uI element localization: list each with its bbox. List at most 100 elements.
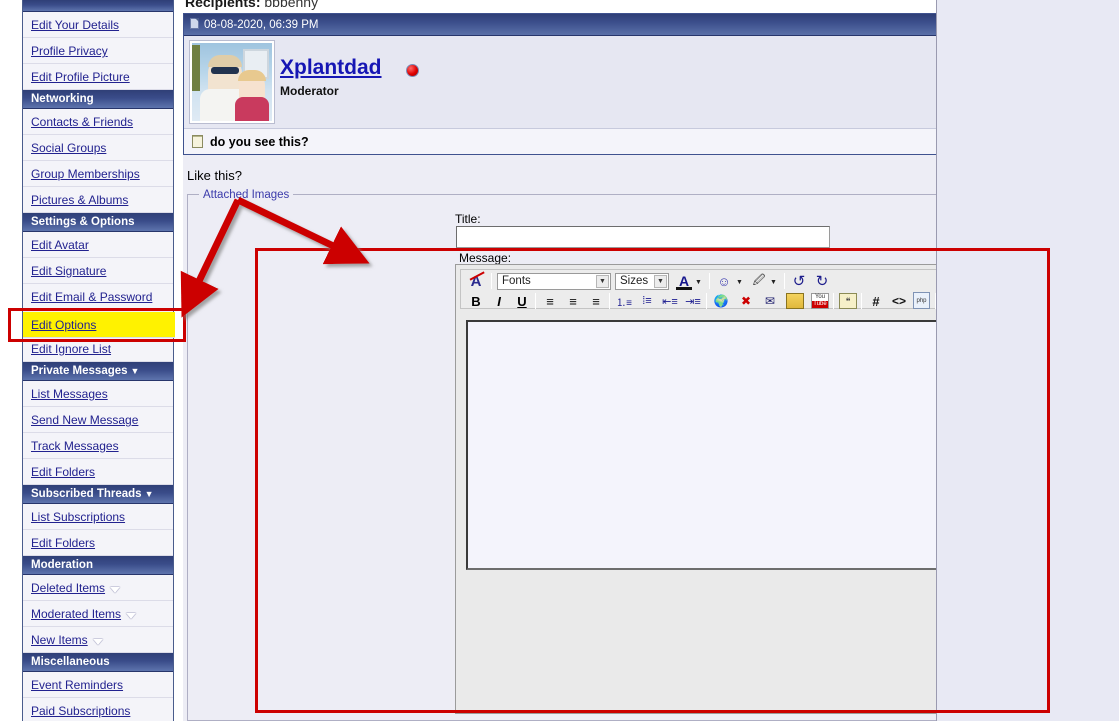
font-size-select-value: Sizes bbox=[620, 275, 649, 287]
sidebar-link-contacts-friends[interactable]: Contacts & Friends bbox=[31, 115, 133, 129]
avatar[interactable] bbox=[189, 40, 275, 124]
youtube-icon[interactable]: You Tube bbox=[811, 293, 829, 309]
sidebar-header-private-messages[interactable]: Private Messages ▼ bbox=[23, 362, 173, 381]
sidebar-item-social-groups[interactable]: Social Groups bbox=[23, 135, 173, 161]
php-icon[interactable]: php bbox=[913, 292, 930, 309]
sidebar-link-edit-your-details[interactable]: Edit Your Details bbox=[31, 18, 119, 32]
sidebar-link-send-new-message[interactable]: Send New Message bbox=[31, 413, 138, 427]
recipients-label: Recipients bbox=[185, 0, 256, 10]
title-input[interactable] bbox=[456, 226, 830, 248]
insert-link-icon[interactable]: 🌍 bbox=[712, 292, 730, 310]
chevron-down-icon[interactable]: ▼ bbox=[596, 275, 609, 288]
sidebar-header-networking: Networking bbox=[23, 90, 173, 109]
redo-icon[interactable]: ↻ bbox=[813, 272, 831, 290]
sidebar-link-group-memberships[interactable]: Group Memberships bbox=[31, 167, 140, 181]
underline-icon[interactable]: U bbox=[513, 292, 531, 310]
sidebar-link-edit-folders-pm[interactable]: Edit Folders bbox=[31, 465, 95, 479]
align-left-icon[interactable]: ≡ bbox=[541, 292, 559, 310]
insert-image-icon[interactable] bbox=[786, 293, 804, 309]
sidebar-link-paid-subscriptions[interactable]: Paid Subscriptions bbox=[31, 704, 130, 718]
sidebar-link-track-messages[interactable]: Track Messages bbox=[31, 439, 119, 453]
post-date-text: 08-08-2020, 06:39 PM bbox=[204, 19, 319, 31]
hash-icon[interactable]: # bbox=[867, 292, 885, 310]
italic-icon[interactable]: I bbox=[490, 292, 508, 310]
sidebar-link-list-subscriptions[interactable]: List Subscriptions bbox=[31, 510, 125, 524]
sidebar-header-subscribed-threads[interactable]: Subscribed Threads ▼ bbox=[23, 485, 173, 504]
sidebar-link-edit-folders-subs[interactable]: Edit Folders bbox=[31, 536, 95, 550]
post-username-link[interactable]: Xplantdad bbox=[280, 56, 382, 80]
smilie-icon[interactable]: ☺ bbox=[715, 272, 733, 290]
code-icon[interactable]: <> bbox=[890, 292, 908, 310]
sidebar-item-pictures-albums[interactable]: Pictures & Albums bbox=[23, 187, 173, 213]
sidebar-link-pictures-albums[interactable]: Pictures & Albums bbox=[31, 193, 128, 207]
document-icon bbox=[190, 18, 199, 29]
attachment-dropdown-arrow[interactable]: ▼ bbox=[768, 277, 779, 288]
message-icon bbox=[192, 135, 203, 148]
undo-icon[interactable]: ↺ bbox=[790, 272, 808, 290]
sidebar-link-moderated-items[interactable]: Moderated Items bbox=[31, 607, 121, 621]
sidebar-header-miscellaneous-label: Miscellaneous bbox=[31, 656, 110, 668]
avatar-adult-sunglasses bbox=[211, 67, 239, 74]
sidebar-item-edit-folders-pm[interactable]: Edit Folders bbox=[23, 459, 173, 485]
sidebar-link-edit-signature[interactable]: Edit Signature bbox=[31, 264, 106, 278]
sidebar-item-profile-privacy[interactable]: Profile Privacy bbox=[23, 38, 173, 64]
outdent-icon[interactable]: ⇤≡ bbox=[661, 292, 679, 310]
quote-icon[interactable]: ❝ bbox=[839, 293, 857, 309]
sidebar-item-edit-options[interactable]: Edit Options bbox=[23, 312, 175, 338]
sidebar-item-list-messages[interactable]: List Messages bbox=[23, 381, 173, 407]
indent-icon[interactable]: ⇥≡ bbox=[684, 292, 702, 310]
sidebar-item-deleted-items[interactable]: Deleted Items bbox=[23, 575, 173, 601]
sidebar-item-new-items[interactable]: New Items bbox=[23, 627, 173, 653]
remove-formatting-icon[interactable]: A bbox=[467, 271, 485, 290]
sidebar-item-paid-subscriptions[interactable]: Paid Subscriptions bbox=[23, 698, 173, 721]
sidebar-item-edit-email-password[interactable]: Edit Email & Password bbox=[23, 284, 173, 310]
sidebar-link-profile-privacy[interactable]: Profile Privacy bbox=[31, 44, 108, 58]
sidebar-item-list-subscriptions[interactable]: List Subscriptions bbox=[23, 504, 173, 530]
sidebar-link-edit-avatar[interactable]: Edit Avatar bbox=[31, 238, 89, 252]
attachment-icon[interactable]: 🖉 bbox=[750, 272, 768, 290]
chevron-down-icon: ▼ bbox=[144, 489, 154, 499]
sidebar-link-list-messages[interactable]: List Messages bbox=[31, 387, 108, 401]
sidebar-item-moderated-items[interactable]: Moderated Items bbox=[23, 601, 173, 627]
font-size-select[interactable]: Sizes ▼ bbox=[615, 273, 669, 290]
sidebar-link-edit-options[interactable]: Edit Options bbox=[31, 318, 96, 332]
sidebar-item-edit-profile-picture[interactable]: Edit Profile Picture bbox=[23, 64, 173, 90]
sidebar-item-edit-ignore-list[interactable]: Edit Ignore List bbox=[23, 336, 173, 362]
sidebar-link-deleted-items[interactable]: Deleted Items bbox=[31, 581, 105, 595]
smilie-dropdown-arrow[interactable]: ▼ bbox=[734, 277, 745, 288]
sidebar-item-edit-folders-subs[interactable]: Edit Folders bbox=[23, 530, 173, 556]
toolbar-separator bbox=[784, 273, 785, 289]
chevron-down-icon[interactable]: ▼ bbox=[654, 275, 667, 288]
font-family-select[interactable]: Fonts ▼ bbox=[497, 273, 611, 290]
message-textarea[interactable] bbox=[466, 320, 1012, 570]
sidebar-link-edit-ignore-list[interactable]: Edit Ignore List bbox=[31, 342, 111, 356]
sidebar-link-event-reminders[interactable]: Event Reminders bbox=[31, 678, 123, 692]
sidebar-item-track-messages[interactable]: Track Messages bbox=[23, 433, 173, 459]
font-color-icon[interactable]: A bbox=[675, 272, 693, 290]
bold-icon[interactable]: B bbox=[467, 292, 485, 310]
align-right-icon[interactable]: ≡ bbox=[587, 292, 605, 310]
toolbar-separator bbox=[861, 293, 862, 309]
sidebar-link-social-groups[interactable]: Social Groups bbox=[31, 141, 106, 155]
sidebar-item-event-reminders[interactable]: Event Reminders bbox=[23, 672, 173, 698]
ordered-list-icon[interactable]: ⒈≡ bbox=[615, 292, 633, 310]
post-user-title: Moderator bbox=[280, 84, 339, 98]
sidebar-item-contacts-friends[interactable]: Contacts & Friends bbox=[23, 109, 173, 135]
sidebar-item-send-new-message[interactable]: Send New Message bbox=[23, 407, 173, 433]
avatar-child-hair bbox=[238, 70, 266, 81]
chevron-down-icon: ▼ bbox=[130, 366, 140, 376]
sidebar-link-edit-profile-picture[interactable]: Edit Profile Picture bbox=[31, 70, 130, 84]
sidebar-header-moderation: Moderation bbox=[23, 556, 173, 575]
sidebar-item-group-memberships[interactable]: Group Memberships bbox=[23, 161, 173, 187]
sidebar-link-new-items[interactable]: New Items bbox=[31, 633, 88, 647]
sidebar-header-private-messages-label: Private Messages bbox=[31, 365, 128, 377]
font-color-dropdown-arrow[interactable]: ▼ bbox=[693, 277, 704, 288]
insert-email-icon[interactable]: ✉ bbox=[761, 292, 779, 310]
unordered-list-icon[interactable]: ⁞≡ bbox=[638, 292, 656, 310]
sidebar-item-edit-your-details[interactable]: Edit Your Details bbox=[23, 12, 173, 38]
align-center-icon[interactable]: ≡ bbox=[564, 292, 582, 310]
sidebar-item-edit-avatar[interactable]: Edit Avatar bbox=[23, 232, 173, 258]
remove-link-icon[interactable]: ✖ bbox=[737, 292, 755, 310]
sidebar-item-edit-signature[interactable]: Edit Signature bbox=[23, 258, 173, 284]
sidebar-link-edit-email-password[interactable]: Edit Email & Password bbox=[31, 290, 152, 304]
